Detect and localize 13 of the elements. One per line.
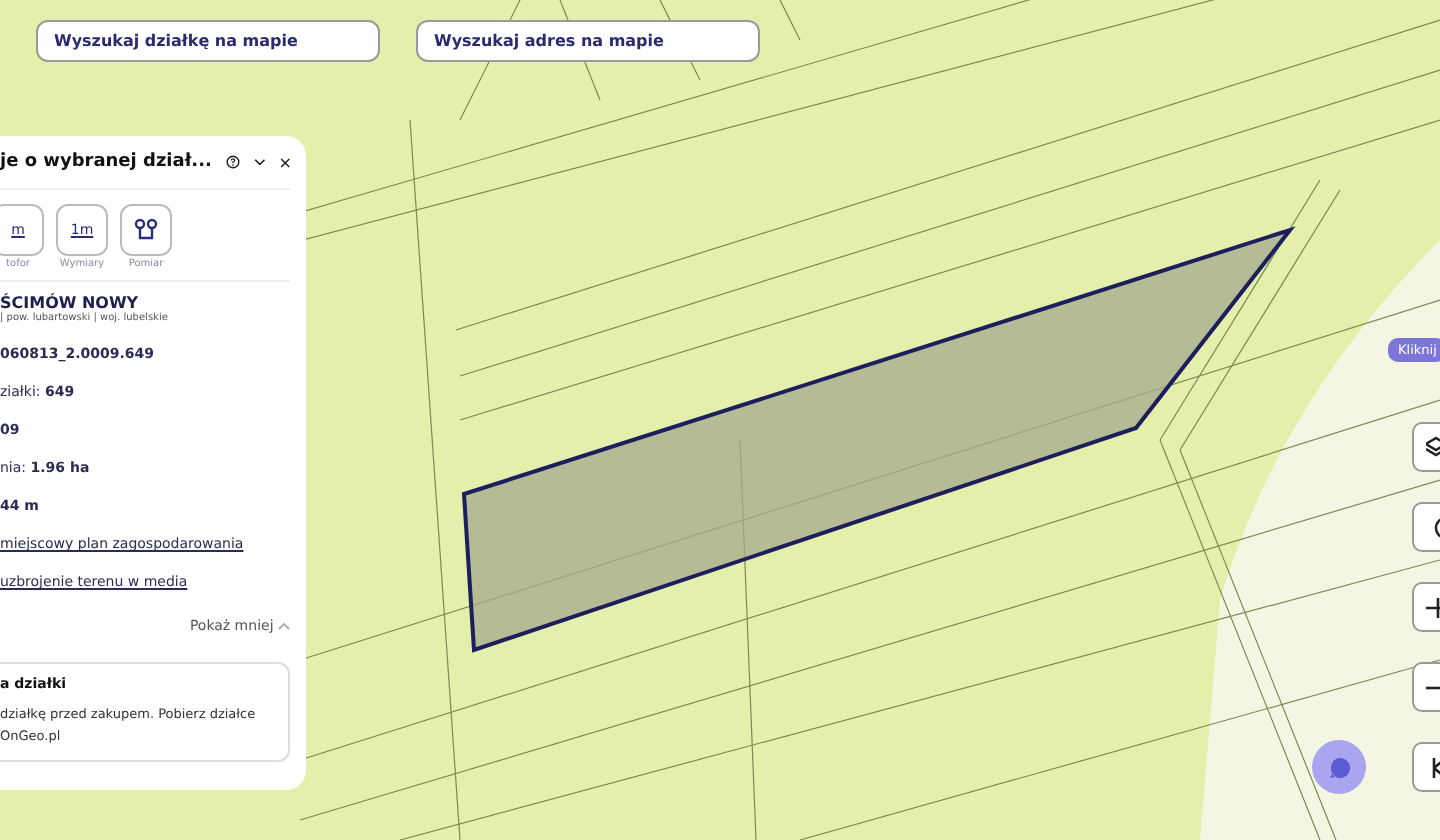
layers-icon <box>1426 435 1440 459</box>
help-icon[interactable] <box>225 150 240 174</box>
panel-title: je o wybranej dział... <box>0 152 212 172</box>
chat-icon <box>1327 755 1351 779</box>
chevron-down-icon[interactable] <box>253 154 266 170</box>
close-icon[interactable] <box>279 153 290 171</box>
pins-icon <box>134 218 158 242</box>
chevron-up-icon <box>278 622 290 630</box>
zoom-in-icon <box>1426 595 1440 619</box>
search-field[interactable]: Wyszukaj adres na mapie <box>416 20 760 62</box>
tool-button[interactable] <box>120 204 172 256</box>
place-name: ŚCIMÓW NOWY <box>0 294 141 312</box>
search-field[interactable]: Wyszukaj działkę na mapie <box>36 20 380 62</box>
